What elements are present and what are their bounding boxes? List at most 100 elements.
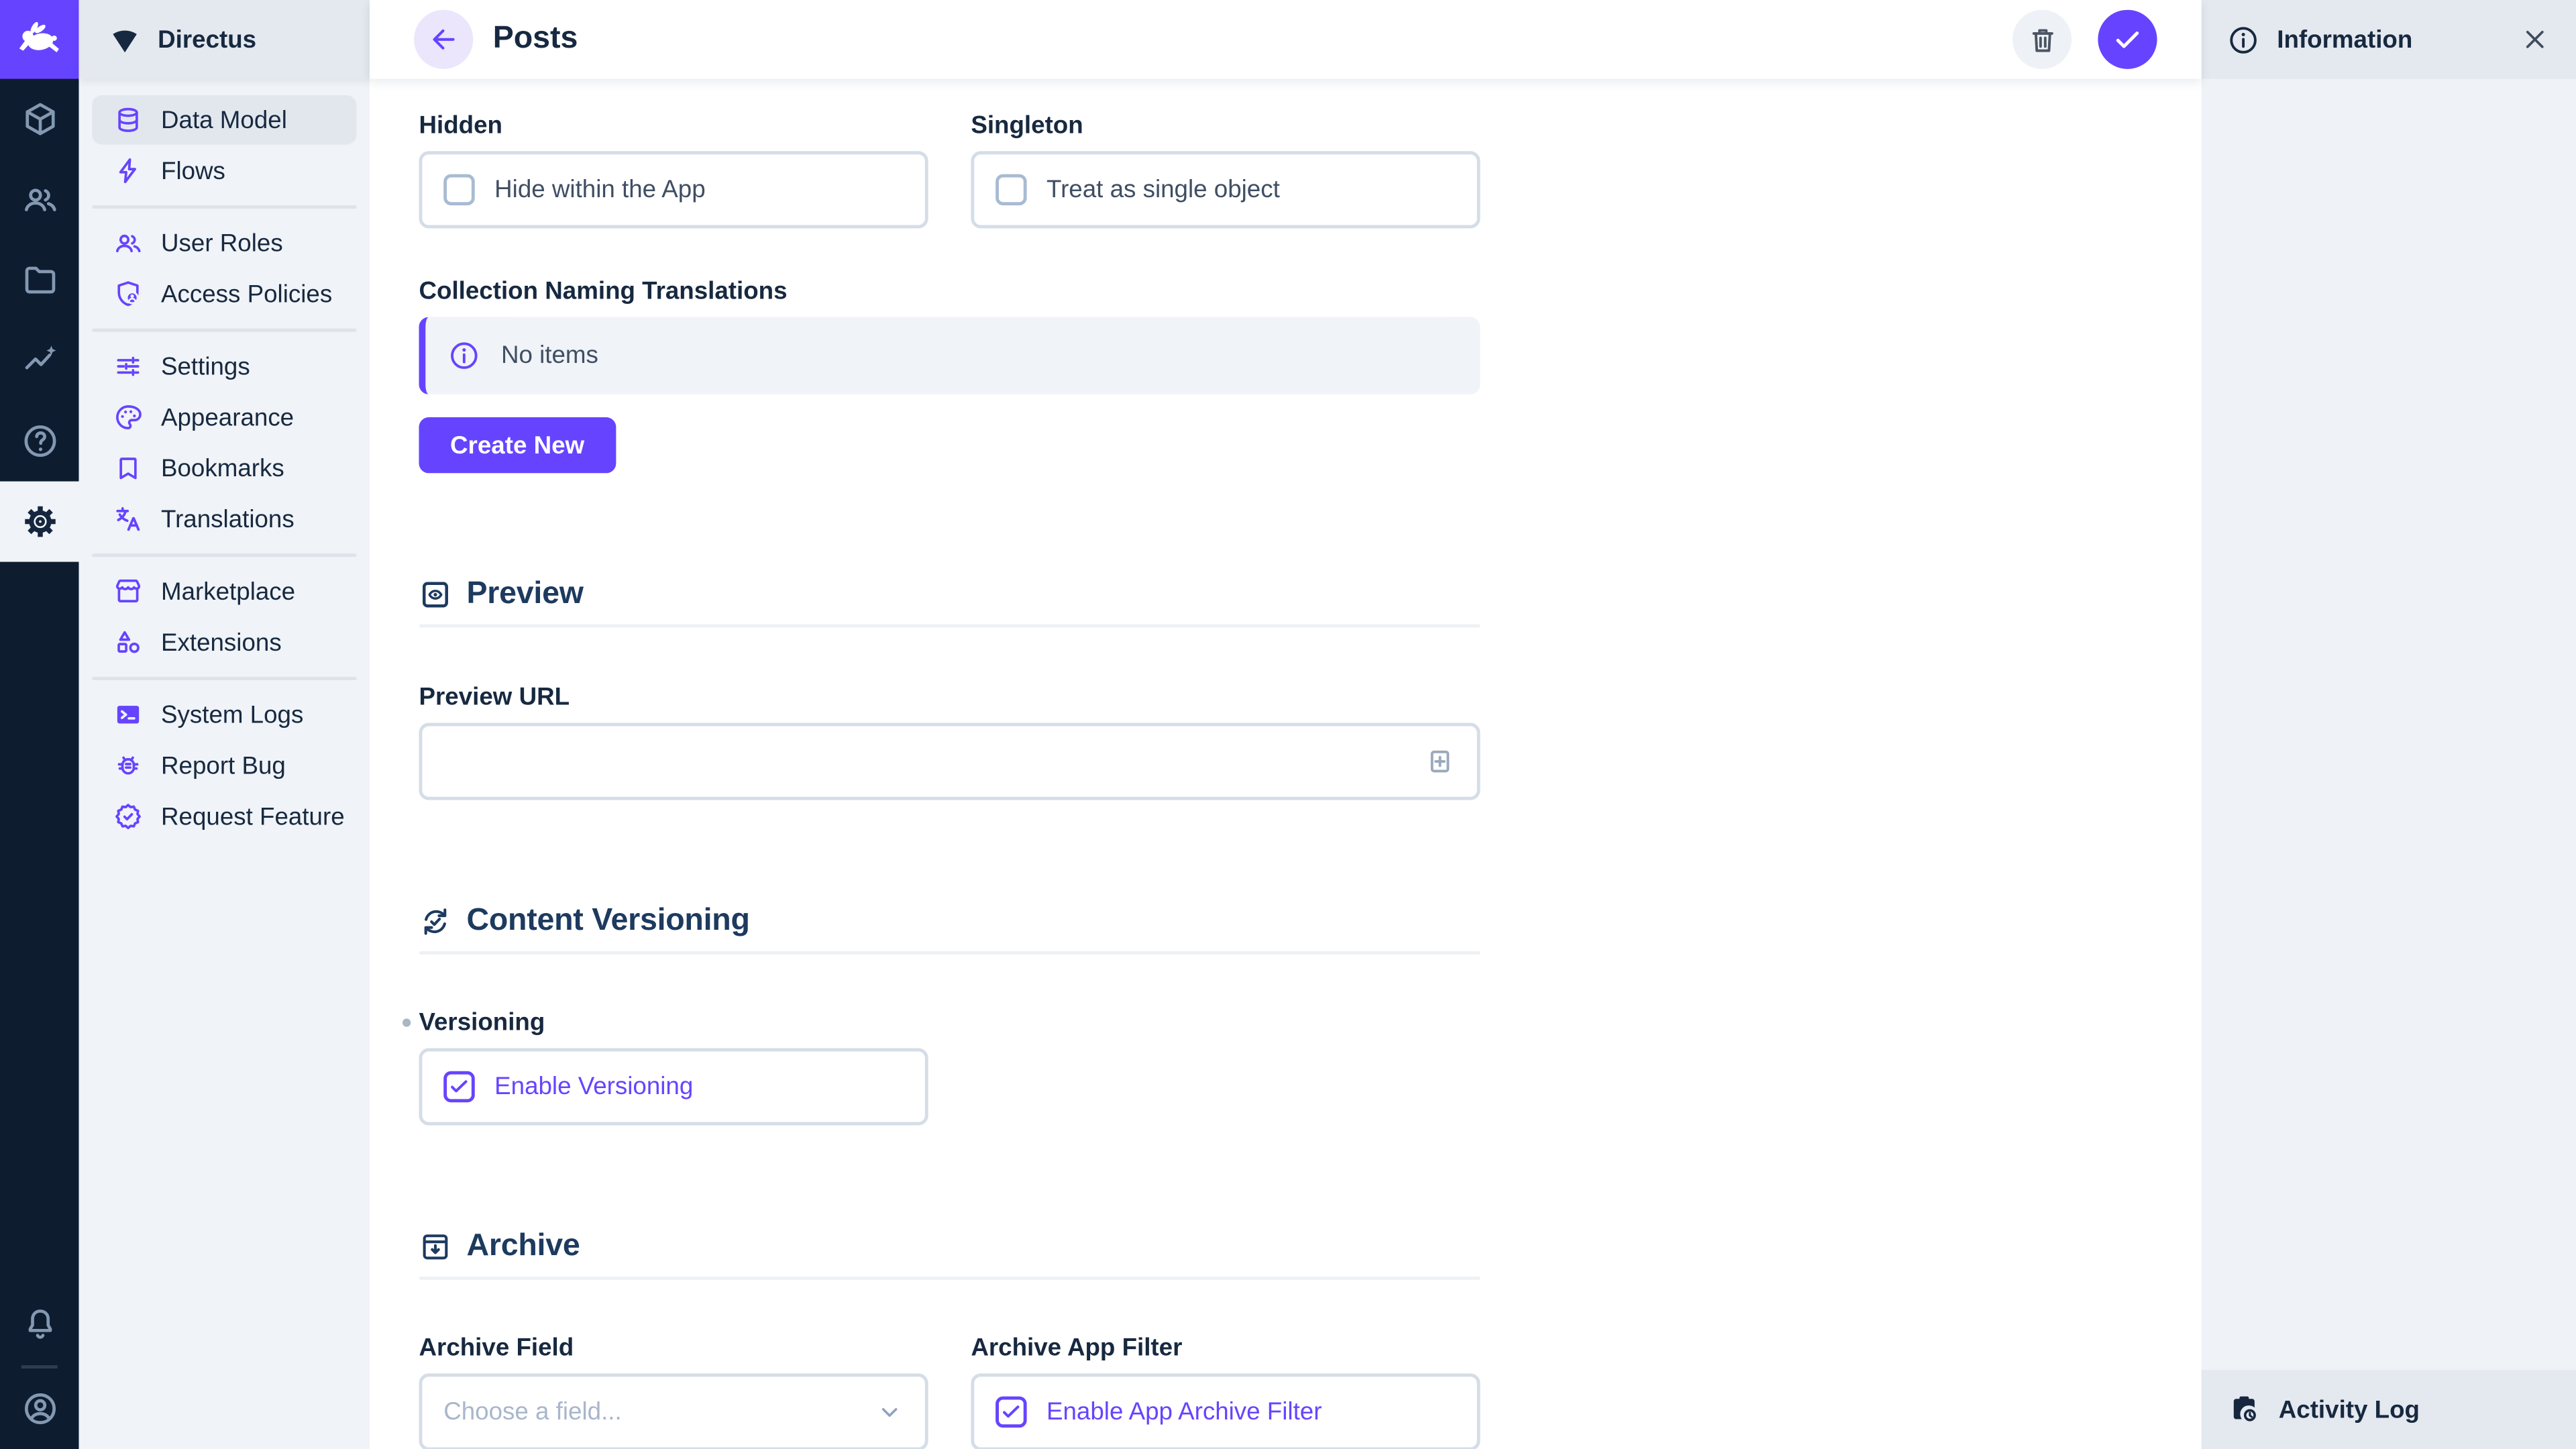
delete-collection-button[interactable]: [2012, 10, 2072, 69]
info-icon: [2228, 24, 2259, 56]
gear-icon: [21, 502, 58, 540]
checkbox-label[interactable]: Treat as single object: [1046, 176, 1280, 204]
page-header: Posts: [370, 0, 2202, 79]
info-panel: Information Activity Log: [2202, 0, 2576, 1449]
sidebar-item-label: System Logs: [161, 700, 303, 729]
folder-icon: [21, 261, 58, 299]
sidebar-item-bookmarks[interactable]: Bookmarks: [92, 443, 356, 492]
cube-icon: [21, 100, 58, 138]
preview-url-field: Preview URL: [419, 680, 1480, 800]
project-header[interactable]: Directus: [79, 0, 370, 79]
add-variable-icon[interactable]: [1424, 746, 1456, 777]
preview-url-input[interactable]: [443, 747, 1424, 775]
module-documentation[interactable]: [0, 401, 79, 482]
sidebar-item-system-logs[interactable]: System Logs: [92, 690, 356, 739]
activity-log-label: Activity Log: [2279, 1395, 2420, 1424]
check-small-icon: [449, 1076, 470, 1097]
field-label: Singleton: [971, 109, 1480, 142]
sidebar-item-marketplace[interactable]: Marketplace: [92, 567, 356, 616]
sidebar-item-label: Data Model: [161, 106, 287, 134]
module-user-directory[interactable]: [0, 160, 79, 240]
bookmark-icon: [113, 453, 143, 483]
singleton-field: Singleton Treat as single object: [971, 109, 1480, 229]
sidebar-item-label: Access Policies: [161, 280, 332, 309]
bug-icon: [113, 751, 143, 780]
field-label: Versioning: [419, 1006, 1480, 1038]
sidebar-item-label: Flows: [161, 157, 225, 185]
collection-settings-form: Hidden Hide within the App Singleton Tre…: [419, 109, 1480, 1449]
database-icon: [113, 105, 143, 135]
sidebar-item-label: Marketplace: [161, 578, 295, 606]
section-divider: [419, 625, 1480, 628]
section-title: Content Versioning: [467, 904, 750, 940]
sidebar-item-data-model[interactable]: Data Model: [92, 95, 356, 144]
hidden-toggle[interactable]: Hide within the App: [419, 151, 928, 228]
versioning-toggle[interactable]: Enable Versioning: [419, 1048, 928, 1125]
archive-field-select[interactable]: Choose a field...: [419, 1373, 928, 1449]
info-icon: [449, 340, 480, 372]
singleton-toggle[interactable]: Treat as single object: [971, 151, 1480, 228]
section-title: Preview: [467, 577, 584, 613]
module-settings[interactable]: [0, 482, 79, 562]
notifications-button[interactable]: [0, 1285, 79, 1365]
shield-person-icon: [113, 279, 143, 309]
sidebar-item-settings[interactable]: Settings: [92, 341, 356, 390]
sidebar-item-access-policies[interactable]: Access Policies: [92, 270, 356, 319]
info-panel-title: Information: [2277, 25, 2502, 54]
settings-form-scroll[interactable]: Hidden Hide within the App Singleton Tre…: [370, 79, 2202, 1449]
preview-icon: [419, 578, 451, 611]
avatar-icon: [21, 1390, 58, 1428]
directus-logo[interactable]: [0, 0, 79, 79]
versioning-field: Versioning Enable Versioning: [419, 1006, 1480, 1126]
module-content[interactable]: [0, 79, 79, 160]
project-icon: [109, 23, 142, 56]
page-title: Posts: [493, 21, 1993, 58]
sidebar-nav-list: Data Model Flows User Roles Access Polic…: [79, 79, 370, 843]
sidebar-item-extensions[interactable]: Extensions: [92, 618, 356, 667]
checkbox-checked[interactable]: [443, 1071, 475, 1103]
module-file-library[interactable]: [0, 240, 79, 321]
sidebar-item-report-bug[interactable]: Report Bug: [92, 741, 356, 790]
sidebar-item-label: Bookmarks: [161, 454, 284, 482]
checkbox-label[interactable]: Enable Versioning: [494, 1073, 693, 1101]
sidebar-item-translations[interactable]: Translations: [92, 494, 356, 543]
project-name: Directus: [158, 25, 256, 54]
field-label: Collection Naming Translations: [419, 274, 1480, 307]
sidebar-item-label: User Roles: [161, 229, 283, 258]
checkbox-unchecked[interactable]: [996, 174, 1027, 206]
save-button[interactable]: [2098, 10, 2157, 69]
module-insights[interactable]: [0, 321, 79, 401]
sidebar-item-appearance[interactable]: Appearance: [92, 392, 356, 441]
module-bar: [0, 0, 79, 1449]
sidebar-divider: [92, 329, 356, 332]
create-new-button[interactable]: Create New: [419, 417, 615, 473]
select-placeholder: Choose a field...: [443, 1398, 875, 1426]
checkbox-checked[interactable]: [996, 1397, 1027, 1428]
back-button[interactable]: [414, 10, 473, 69]
bolt-icon: [113, 156, 143, 186]
activity-log-button[interactable]: Activity Log: [2202, 1370, 2576, 1449]
field-label: Archive Field: [419, 1331, 928, 1364]
checkbox-label[interactable]: Hide within the App: [494, 176, 706, 204]
section-divider: [419, 1277, 1480, 1280]
app-window: Directus Data Model Flows User Roles Acc…: [0, 0, 2576, 1449]
checkbox-label[interactable]: Enable App Archive Filter: [1046, 1398, 1322, 1426]
archive-section-heading: Archive: [419, 1227, 1480, 1267]
bell-icon: [21, 1306, 58, 1344]
section-title: Archive: [467, 1229, 580, 1265]
trash-icon: [2027, 24, 2058, 56]
sidebar-item-flows[interactable]: Flows: [92, 146, 356, 195]
close-icon[interactable]: [2520, 25, 2550, 54]
user-menu-button[interactable]: [0, 1368, 79, 1449]
chevron-down-icon: [875, 1398, 904, 1426]
storefront-icon: [113, 577, 143, 606]
sidebar-divider: [92, 553, 356, 557]
checkbox-unchecked[interactable]: [443, 174, 475, 206]
sidebar-item-user-roles[interactable]: User Roles: [92, 219, 356, 268]
archive-app-filter-toggle[interactable]: Enable App Archive Filter: [971, 1373, 1480, 1449]
translate-icon: [113, 504, 143, 534]
sidebar-item-request-feature[interactable]: Request Feature: [92, 792, 356, 841]
check-small-icon: [1000, 1401, 1022, 1423]
palette-icon: [113, 402, 143, 432]
archive-field-field: Archive Field Choose a field...: [419, 1331, 928, 1449]
